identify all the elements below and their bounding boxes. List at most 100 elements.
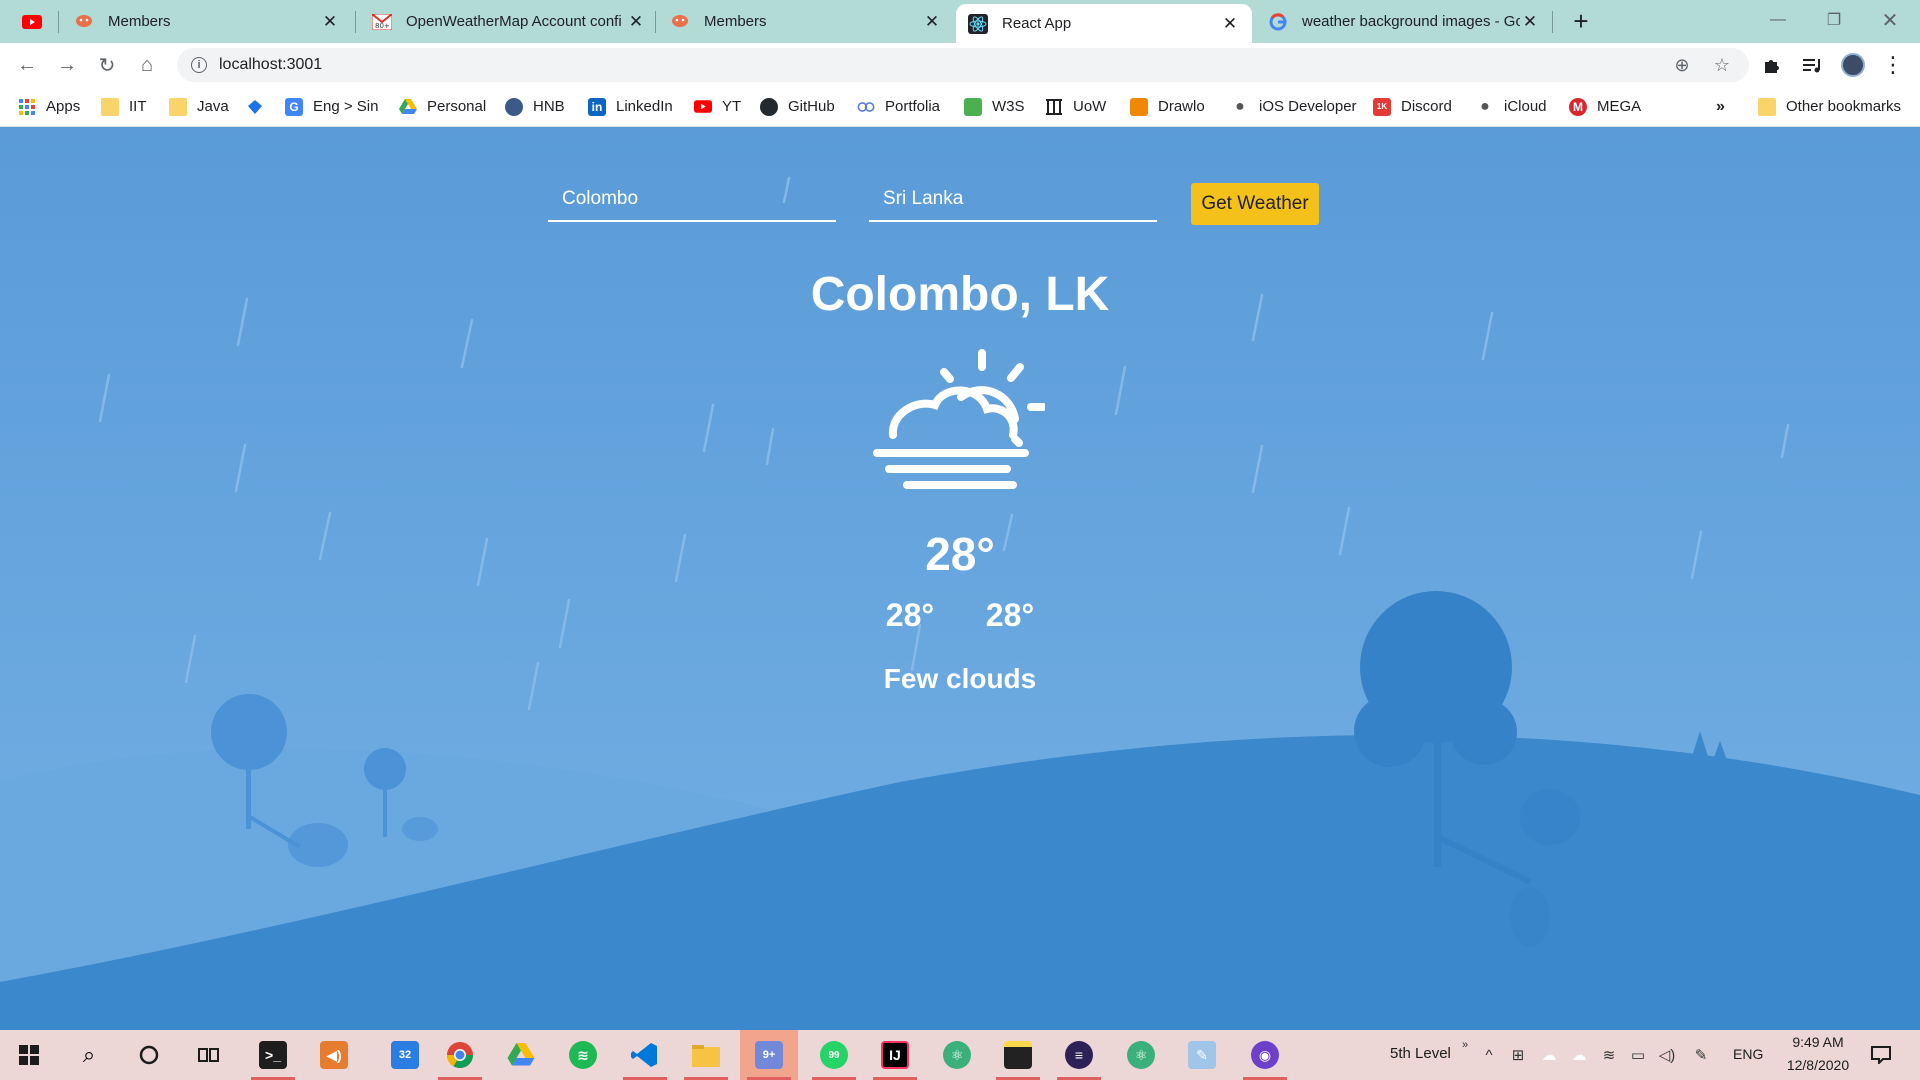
close-tab-icon[interactable]: ✕: [922, 12, 942, 32]
bookmark-label: Discord: [1401, 98, 1452, 115]
taskbar-discord[interactable]: 9+: [740, 1030, 798, 1080]
folder-icon: [101, 97, 119, 116]
bookmark-ios-developer[interactable]: ● iOS Developer: [1231, 94, 1356, 119]
bookmark-yt[interactable]: YT: [694, 94, 741, 119]
volume-icon[interactable]: ◁): [1656, 1044, 1678, 1066]
tab-youtube-pinned[interactable]: [0, 0, 42, 43]
start-button[interactable]: [0, 1030, 58, 1080]
bookmark-apps[interactable]: Apps: [18, 94, 80, 119]
wifi-icon[interactable]: ≋: [1598, 1044, 1620, 1066]
back-button[interactable]: ←: [11, 49, 43, 81]
bookmark-label: LinkedIn: [616, 98, 673, 115]
bookmark-label: Java: [197, 98, 229, 115]
bookmark-eng-sin[interactable]: G Eng > Sin: [285, 94, 378, 119]
taskbar-spotify[interactable]: ≋: [554, 1030, 612, 1080]
clock-time[interactable]: 9:49 AM: [1782, 1034, 1854, 1050]
close-window-button[interactable]: ✕: [1862, 0, 1918, 40]
taskbar-files-badge[interactable]: 32: [376, 1030, 434, 1080]
search-icon[interactable]: ⌕: [60, 1030, 118, 1080]
terminal-icon: >_: [259, 1041, 287, 1069]
tab-members-1[interactable]: Members ✕: [62, 0, 352, 43]
zoom-icon[interactable]: ⊕: [1665, 48, 1699, 82]
bookmark-diamond[interactable]: [246, 94, 274, 119]
bookmark-github[interactable]: GitHub: [760, 94, 835, 119]
bookmark-label: IIT: [129, 98, 147, 115]
drawio-icon: [1130, 97, 1148, 116]
close-tab-icon[interactable]: ✕: [1220, 14, 1240, 34]
cortana-icon[interactable]: [120, 1030, 178, 1080]
close-tab-icon[interactable]: ✕: [626, 12, 646, 32]
task-view-icon[interactable]: [180, 1030, 238, 1080]
weather-description: Few clouds: [883, 663, 1037, 694]
atom-icon: ⚛: [1127, 1041, 1155, 1069]
bookmark-uow[interactable]: UoW: [1045, 94, 1106, 119]
bookmark-label: Personal: [427, 98, 487, 115]
tab-react-app[interactable]: React App ✕: [956, 4, 1252, 43]
more-bookmarks-chevron-icon[interactable]: »: [1716, 94, 1725, 119]
tab-google-search[interactable]: weather background images - Go ✕: [1256, 0, 1552, 43]
city-input[interactable]: Colombo: [548, 177, 836, 222]
show-hidden-icons-chevron-icon[interactable]: ^: [1478, 1044, 1500, 1066]
taskbar-file-explorer[interactable]: [677, 1030, 735, 1080]
city-input-value: Colombo: [562, 188, 639, 209]
country-input[interactable]: Sri Lanka: [869, 177, 1157, 222]
site-info-icon[interactable]: i: [191, 57, 207, 73]
tab-members-2[interactable]: Members ✕: [658, 0, 954, 43]
bookmark-mega[interactable]: M MEGA: [1569, 94, 1641, 119]
close-tab-icon[interactable]: ✕: [1520, 12, 1540, 32]
bookmark-w3s[interactable]: W3S: [964, 94, 1025, 119]
pen-icon[interactable]: ✎: [1690, 1044, 1712, 1066]
bookmark-other-bookmarks[interactable]: Other bookmarks: [1758, 94, 1901, 119]
media-control-icon[interactable]: [1797, 49, 1829, 81]
tray-expand-chevron-icon[interactable]: »: [1454, 1034, 1476, 1056]
language-indicator[interactable]: ENG: [1733, 1046, 1763, 1062]
bookmark-star-icon[interactable]: ☆: [1705, 48, 1739, 82]
onedrive-cloud-icon[interactable]: ☁: [1538, 1044, 1560, 1066]
bookmark-folder-iit[interactable]: IIT: [101, 94, 147, 119]
bookmark-linkedin[interactable]: in LinkedIn: [588, 94, 673, 119]
home-button[interactable]: ⌂: [131, 49, 163, 81]
tab-openweathermap[interactable]: 80+ OpenWeatherMap Account confi ✕: [360, 0, 658, 43]
atom-icon: ⚛: [943, 1041, 971, 1069]
taskbar-volume-app[interactable]: ◀): [305, 1030, 363, 1080]
extensions-puzzle-icon[interactable]: [1756, 49, 1788, 81]
taskbar-whatsapp[interactable]: 99: [805, 1030, 863, 1080]
bookmark-hnb[interactable]: HNB: [505, 94, 565, 119]
taskbar-atom-2[interactable]: ⚛: [1112, 1030, 1170, 1080]
taskbar-paint[interactable]: ✎: [1173, 1030, 1231, 1080]
reload-button[interactable]: ↻: [91, 49, 123, 81]
action-center-icon[interactable]: [1868, 1043, 1894, 1067]
clock-date[interactable]: 12/8/2020: [1776, 1057, 1860, 1073]
bookmark-folder-java[interactable]: Java: [169, 94, 229, 119]
battery-icon[interactable]: ▭: [1627, 1044, 1649, 1066]
close-tab-icon[interactable]: ✕: [320, 12, 340, 32]
bookmark-personal[interactable]: Personal: [399, 94, 486, 119]
onedrive-cloud-icon-2[interactable]: ☁: [1568, 1044, 1590, 1066]
taskbar-intellij[interactable]: IJ: [866, 1030, 924, 1080]
taskbar-eclipse[interactable]: ≡: [1050, 1030, 1108, 1080]
security-tray-icon[interactable]: ⊞: [1507, 1044, 1529, 1066]
profile-avatar[interactable]: [1837, 49, 1869, 81]
taskbar-chrome[interactable]: [431, 1030, 489, 1080]
get-weather-button[interactable]: Get Weather: [1191, 183, 1319, 225]
address-bar[interactable]: i localhost:3001 ⊕ ☆: [177, 48, 1749, 82]
bookmark-icloud[interactable]: ● iCloud: [1476, 94, 1546, 119]
taskbar-google-drive[interactable]: [492, 1030, 550, 1080]
badge-32-icon: 32: [391, 1041, 419, 1069]
taskbar-sticky-notes[interactable]: [989, 1030, 1047, 1080]
taskbar-vscode[interactable]: [616, 1030, 674, 1080]
taskbar-atom[interactable]: ⚛: [928, 1030, 986, 1080]
forward-button[interactable]: →: [51, 49, 83, 81]
minimize-button[interactable]: —: [1750, 0, 1806, 40]
taskbar-github-desktop[interactable]: ◉: [1236, 1030, 1294, 1080]
bookmark-drawlo[interactable]: Drawlo: [1130, 94, 1205, 119]
bookmark-discord[interactable]: 1K Discord: [1373, 94, 1452, 119]
taskbar-terminal[interactable]: >_: [244, 1030, 302, 1080]
bookmark-label: GitHub: [788, 98, 835, 115]
restore-button[interactable]: ❐: [1806, 0, 1862, 40]
chrome-menu-icon[interactable]: ⋮: [1877, 49, 1909, 81]
new-tab-button[interactable]: +: [1566, 6, 1596, 36]
bookmark-portfolia[interactable]: Portfolia: [857, 94, 940, 119]
bookmark-label: HNB: [533, 98, 565, 115]
portfolio-icon: [857, 98, 875, 116]
